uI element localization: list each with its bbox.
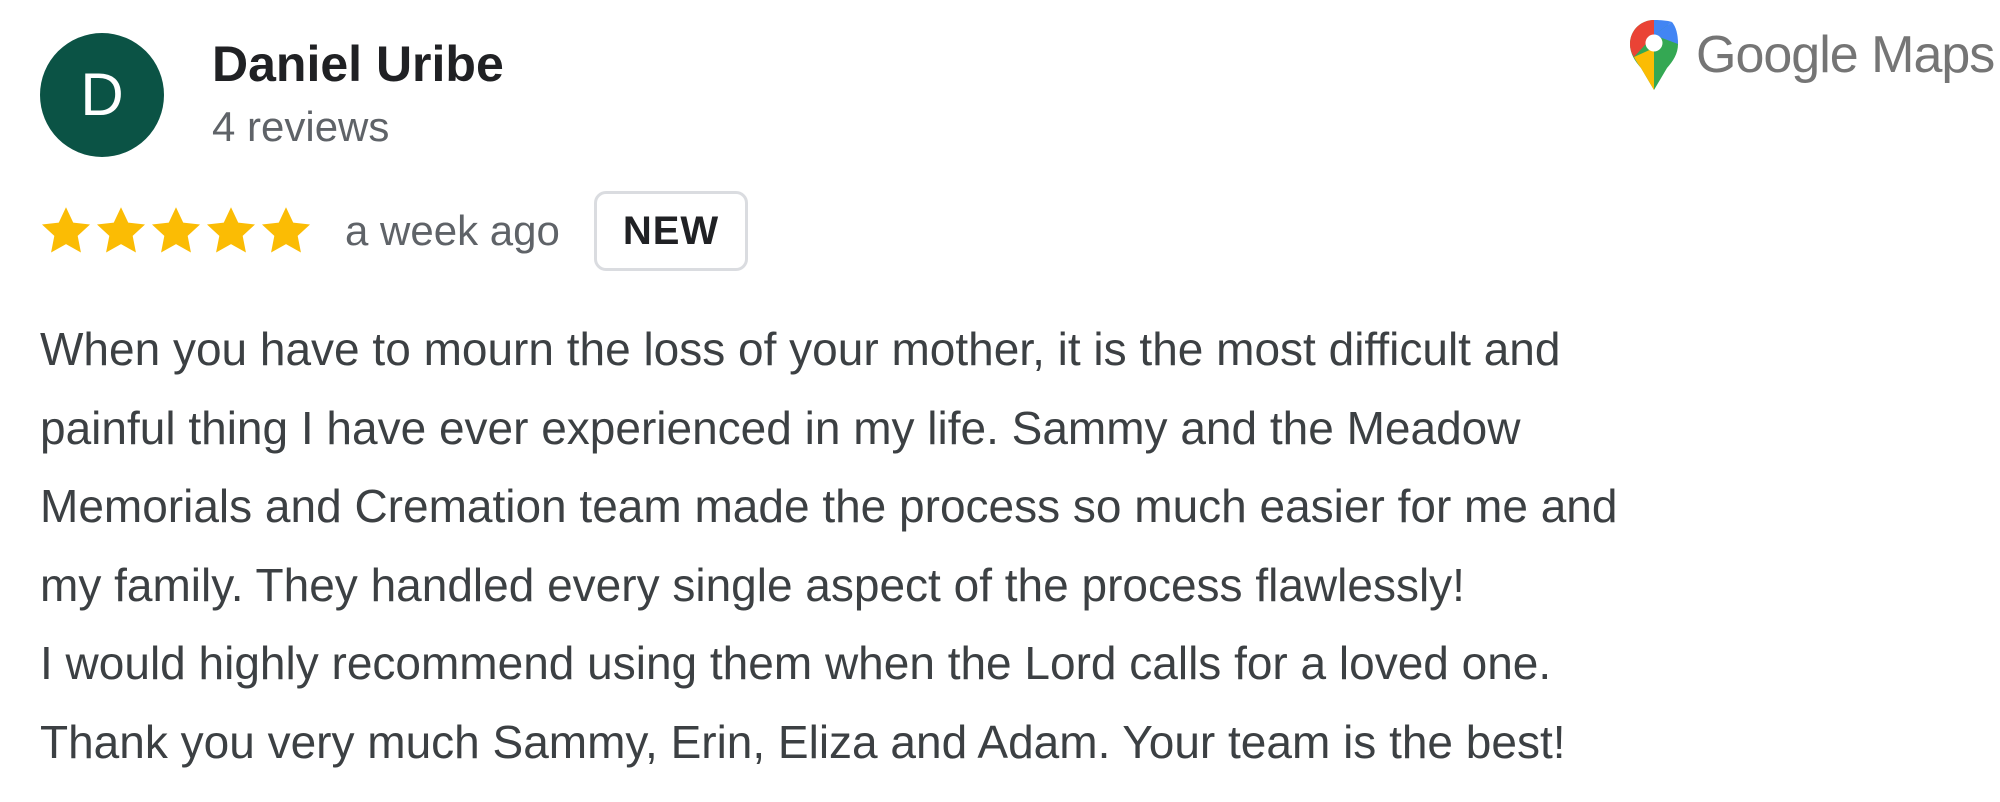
review-text: When you have to mourn the loss of your … — [40, 310, 1970, 781]
review-text-line: When you have to mourn the loss of your … — [40, 323, 1561, 375]
review-count: 4 reviews — [212, 103, 390, 150]
star-icon — [41, 207, 91, 253]
star-icon — [151, 207, 201, 253]
reviewer-name[interactable]: Daniel Uribe — [212, 34, 504, 94]
star-icon — [261, 207, 311, 253]
new-badge: NEW — [593, 191, 749, 271]
review-text-line: painful thing I have ever experienced in… — [40, 401, 1521, 454]
avatar-initial: D — [80, 61, 124, 128]
google-maps-logo: Google Maps — [1628, 18, 1995, 92]
avatar[interactable]: D — [40, 33, 164, 157]
review-card: D Daniel Uribe 4 reviews Google Maps a w… — [0, 0, 2000, 802]
review-date: a week ago — [345, 207, 560, 254]
star-icon — [206, 207, 256, 253]
review-text-line: Memorials and Cremation team made the pr… — [40, 480, 1618, 532]
google-maps-logo-text: Google Maps — [1696, 26, 1995, 84]
review-text-line: Thank you very much Sammy, Erin, Eliza a… — [40, 715, 1566, 768]
rating-row: a week ago NEW — [38, 188, 749, 274]
review-text-line: I would highly recommend using them when… — [40, 637, 1552, 689]
star-rating — [38, 203, 313, 259]
review-text-line: my family. They handled every single asp… — [40, 558, 1465, 611]
star-icon — [96, 207, 146, 253]
google-maps-pin-icon — [1630, 20, 1678, 90]
